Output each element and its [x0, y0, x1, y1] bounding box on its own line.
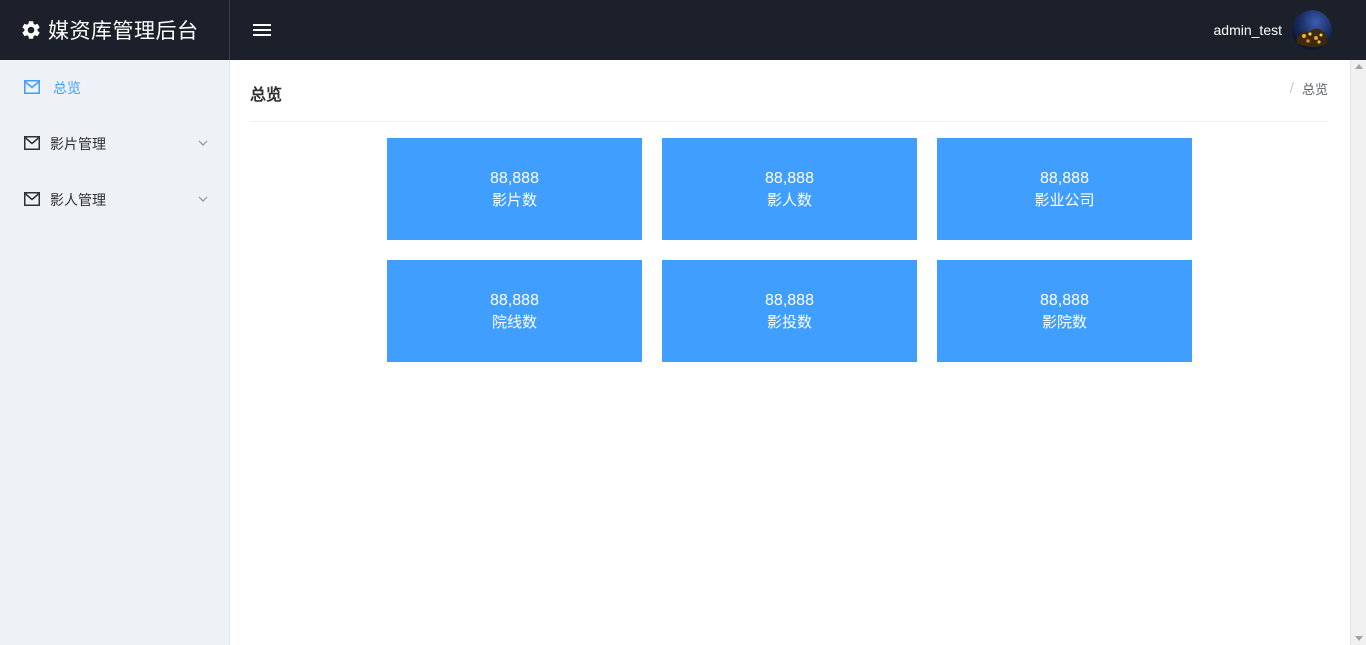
stat-label: 影片数	[491, 190, 537, 209]
stat-value: 88,888	[765, 291, 814, 309]
stat-card-companies[interactable]: 88,888 影业公司	[937, 138, 1192, 240]
page-title: 总览	[250, 85, 283, 104]
stat-value: 88,888	[1040, 291, 1089, 309]
stat-value: 88,888	[1040, 169, 1089, 187]
stat-card-films[interactable]: 88,888 影片数	[387, 138, 642, 240]
stat-value: 88,888	[490, 291, 539, 309]
stat-card-people[interactable]: 88,888 影人数	[662, 138, 917, 240]
stat-label: 院线数	[491, 312, 537, 331]
stats-grid: 88,888 影片数 88,888 影人数 88,888 影业公司 88,888…	[387, 138, 1192, 362]
sidebar-item-label: 影人管理	[50, 193, 106, 209]
gear-icon	[20, 19, 42, 41]
sidebar-item-people-management[interactable]: 影人管理	[0, 172, 229, 228]
sidebar-item-film-management[interactable]: 影片管理	[0, 116, 229, 172]
breadcrumb-separator: /	[1289, 81, 1294, 96]
user-area: admin_test	[1214, 10, 1366, 50]
hamburger-icon[interactable]	[252, 20, 272, 40]
stat-label: 影业公司	[1034, 190, 1095, 209]
breadcrumb: / 总览	[1290, 79, 1328, 98]
sidebar: 总览 影片管理 影人管理	[0, 60, 230, 645]
chevron-down-icon	[197, 193, 209, 205]
mail-icon	[24, 80, 40, 96]
breadcrumb-current: 总览	[1301, 83, 1328, 98]
stat-card-cinema-chains[interactable]: 88,888 院线数	[387, 260, 642, 362]
app-title: 媒资库管理后台	[48, 19, 199, 43]
stat-value: 88,888	[765, 169, 814, 187]
top-header: 媒资库管理后台 admin_test	[0, 0, 1366, 60]
stat-label: 影院数	[1041, 312, 1087, 331]
scroll-up-icon[interactable]	[1355, 64, 1363, 69]
chevron-down-icon	[197, 137, 209, 149]
brand: 媒资库管理后台	[0, 0, 230, 60]
sidebar-item-label: 影片管理	[50, 137, 106, 153]
main-content: 总览 / 总览 88,888 影片数 88,888 影人数 88,888 影业公…	[230, 60, 1350, 645]
stat-card-investors[interactable]: 88,888 影投数	[662, 260, 917, 362]
sidebar-item-overview[interactable]: 总览	[0, 60, 229, 116]
scroll-down-icon[interactable]	[1355, 636, 1363, 641]
stat-card-cinemas[interactable]: 88,888 影院数	[937, 260, 1192, 362]
stat-label: 影人数	[766, 190, 812, 209]
vertical-scrollbar[interactable]	[1350, 60, 1366, 645]
username[interactable]: admin_test	[1214, 22, 1282, 38]
stat-value: 88,888	[490, 169, 539, 187]
sidebar-item-label: 总览	[53, 81, 81, 97]
page-header: 总览 / 总览	[250, 60, 1328, 122]
stat-label: 影投数	[766, 312, 812, 331]
mail-icon	[24, 136, 40, 152]
mail-icon	[24, 192, 40, 208]
avatar[interactable]	[1292, 10, 1332, 50]
